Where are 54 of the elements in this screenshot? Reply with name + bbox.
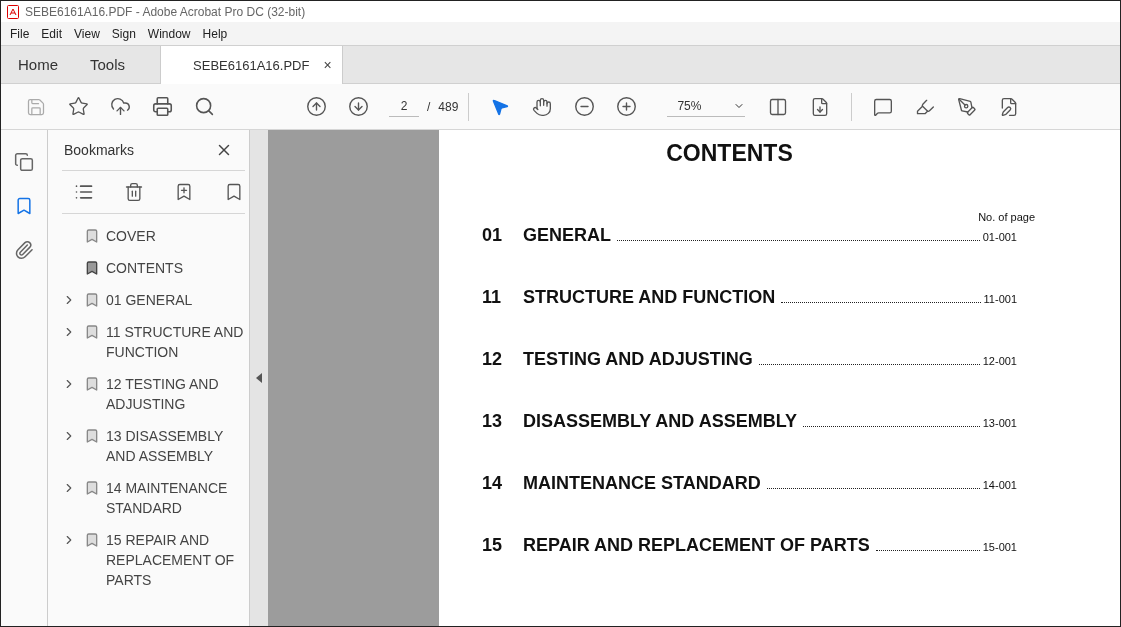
page-total: 489 [438, 99, 459, 114]
page-reference: 14-001 [982, 479, 1017, 491]
pdf-file-icon [7, 4, 19, 19]
tab[interactable]: Tools [73, 46, 141, 83]
paperclip-icon[interactable] [13, 238, 35, 262]
bookmark-item[interactable]: COVER [106, 226, 245, 246]
chapter-number: 01 [482, 225, 504, 246]
arrow-down-circle-icon[interactable] [347, 94, 369, 119]
chapter-number: 14 [482, 473, 504, 494]
page-reference: 15-001 [982, 541, 1017, 553]
page-reference: 01-001 [982, 231, 1017, 243]
bookmark-item[interactable]: 13 DISASSEMBLY AND ASSEMBLY [106, 426, 245, 466]
pages-icon[interactable] [13, 150, 35, 174]
chapter-number: 12 [482, 349, 504, 370]
tab[interactable]: SEBE6161A16.PDF × [160, 46, 343, 84]
window-title: SEBE6161A16.PDF - Adobe Acrobat Pro DC (32-bit) [25, 4, 306, 19]
menu-item[interactable]: File [5, 26, 35, 41]
chapter-number: 13 [482, 411, 504, 432]
chapter-number: 15 [482, 535, 504, 556]
menu-item[interactable]: View [69, 26, 105, 41]
close-icon[interactable]: × [323, 57, 332, 73]
zoom-dropdown[interactable]: 75% [667, 96, 746, 117]
panel-title: Bookmarks [64, 142, 135, 158]
zoom-in-icon[interactable] [615, 94, 638, 119]
page-number-field[interactable]: 2 [389, 96, 419, 117]
page-reference: 12-001 [982, 355, 1017, 367]
printer-icon[interactable] [151, 94, 173, 119]
arrow-up-circle-icon[interactable] [305, 94, 327, 119]
bookmark-item[interactable]: 15 REPAIR AND REPLACEMENT OF PARTS [106, 530, 245, 590]
collapse-arrow-icon[interactable] [256, 373, 262, 383]
zoom-out-icon[interactable] [573, 94, 596, 119]
menu-item[interactable]: Window [142, 26, 196, 41]
chapter-title: DISASSEMBLY AND ASSEMBLY [523, 411, 798, 432]
bookmark-item[interactable]: 12 TESTING AND ADJUSTING [106, 374, 245, 414]
bookmark-item[interactable]: 14 MAINTENANCE STANDARD [106, 478, 245, 518]
chapter-number: 11 [482, 287, 503, 308]
chapter-title: REPAIR AND REPLACEMENT OF PARTS [523, 535, 870, 556]
chapter-title: TESTING AND ADJUSTING [523, 349, 753, 370]
column-header: No. of page [978, 211, 1035, 223]
page-reference: 13-001 [982, 417, 1017, 429]
page-reference: 11-001 [983, 293, 1017, 305]
bookmark-item[interactable]: 11 STRUCTURE AND FUNCTION [106, 322, 245, 362]
tab[interactable]: Home [1, 46, 73, 83]
chapter-title: GENERAL [523, 225, 611, 246]
menu-item[interactable]: Sign [106, 26, 141, 41]
bookmark-item[interactable]: CONTENTS [106, 258, 245, 278]
menu-item[interactable]: Help [197, 26, 233, 41]
bookmark-item[interactable]: 01 GENERAL [106, 290, 245, 310]
chapter-title: STRUCTURE AND FUNCTION [523, 287, 776, 308]
chapter-title: MAINTENANCE STANDARD [523, 473, 761, 494]
document-title: CONTENTS [666, 140, 793, 167]
page-separator: / [427, 99, 431, 114]
trash-icon[interactable] [124, 180, 144, 204]
menu-item[interactable]: Edit [36, 26, 68, 41]
